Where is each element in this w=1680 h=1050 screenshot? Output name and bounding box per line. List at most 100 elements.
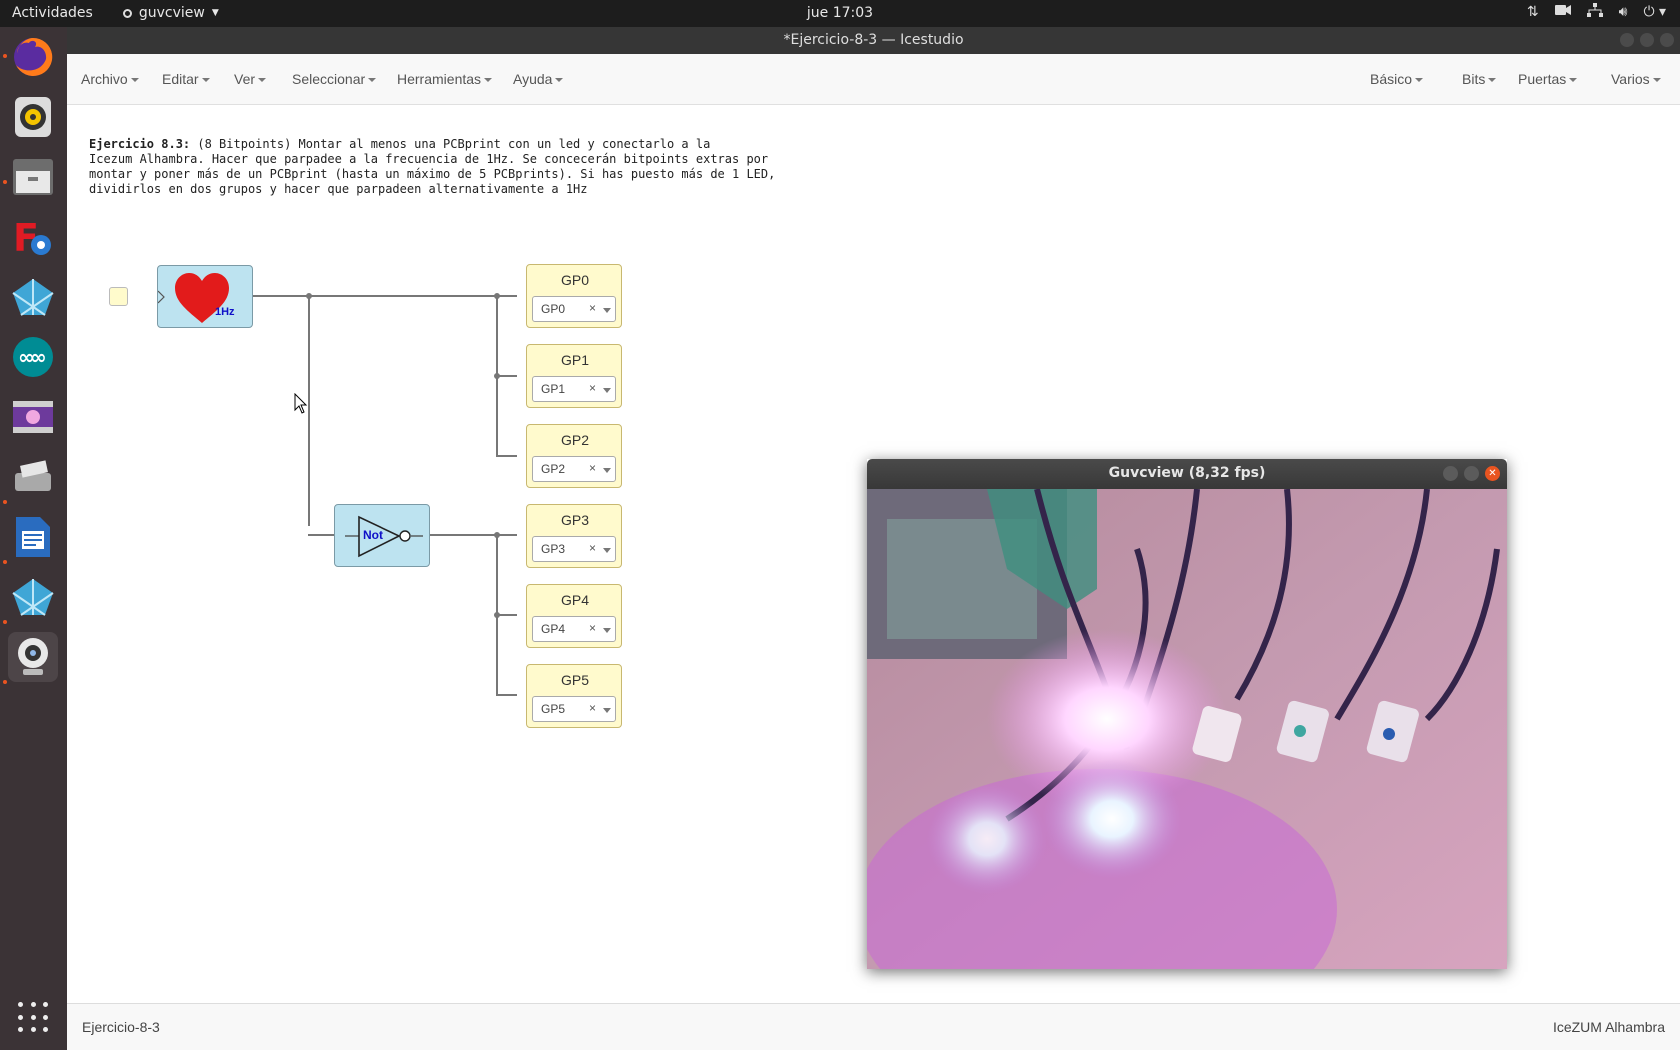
writer-icon[interactable]	[8, 512, 58, 562]
maximize-button[interactable]	[1640, 33, 1654, 47]
running-indicator	[3, 54, 7, 58]
close-button[interactable]: ✕	[1485, 466, 1500, 481]
wire-junction	[494, 373, 500, 379]
output-pin-select[interactable]: GP4 ×	[532, 616, 616, 642]
menu-varios[interactable]: Varios	[1611, 71, 1661, 87]
not-gate-block[interactable]: Not	[334, 504, 430, 567]
output-pin-select[interactable]: GP2 ×	[532, 456, 616, 482]
running-indicator	[3, 560, 7, 564]
rhythmbox-icon[interactable]	[8, 92, 58, 142]
chevron-down-icon[interactable]	[603, 468, 611, 473]
menu-seleccionar[interactable]: Seleccionar	[292, 71, 376, 87]
ubuntu-dock: F ∞ ∞	[0, 27, 67, 1050]
select-value: GP1	[541, 382, 566, 396]
output-label: GP5	[560, 672, 589, 688]
info-block[interactable]: Ejercicio 8.3: (8 Bitpoints) Montar al m…	[89, 137, 849, 197]
minimize-button[interactable]	[1620, 33, 1634, 47]
arduino-icon[interactable]: ∞ ∞	[8, 332, 58, 382]
firefox-icon[interactable]	[8, 32, 58, 82]
running-indicator	[3, 500, 7, 504]
output-block-gp4[interactable]: GP4 GP4 ×	[526, 584, 622, 648]
wire[interactable]	[253, 295, 517, 297]
app-menu-label: guvcview	[138, 5, 205, 21]
apps-grid-icon[interactable]	[18, 1002, 50, 1034]
running-indicator	[3, 680, 7, 684]
mouse-cursor-icon	[294, 393, 308, 414]
svg-text:∞: ∞	[30, 345, 47, 369]
minimize-button[interactable]	[1443, 466, 1458, 481]
app-menu[interactable]: guvcview ▼	[122, 5, 219, 21]
info-title: Ejercicio 8.3:	[89, 137, 191, 151]
activities-button[interactable]: Actividades	[12, 5, 93, 21]
cheese-webcam-icon[interactable]	[8, 632, 58, 682]
output-block-gp1[interactable]: GP1 GP1 ×	[526, 344, 622, 408]
menu-bits[interactable]: Bits	[1462, 71, 1496, 87]
output-block-gp5[interactable]: GP5 GP5 ×	[526, 664, 622, 728]
icestudio-icon[interactable]	[8, 572, 58, 622]
select-value: GP0	[541, 302, 566, 316]
icestudio-icon[interactable]	[8, 272, 58, 322]
menu-basico[interactable]: Básico	[1370, 71, 1423, 87]
guvcview-titlebar[interactable]: Guvcview (8,32 fps) ✕	[867, 459, 1507, 489]
statusbar: Ejercicio-8-3 IceZUM Alhambra	[67, 1003, 1680, 1050]
clear-icon[interactable]: ×	[589, 461, 596, 475]
info-body: (8 Bitpoints) Montar al menos una PCBpri…	[89, 137, 776, 196]
output-block-gp2[interactable]: GP2 GP2 ×	[526, 424, 622, 488]
scanner-icon[interactable]	[8, 452, 58, 502]
chevron-down-icon[interactable]	[603, 628, 611, 633]
power-icon: ⏻ ▾	[1643, 4, 1666, 20]
select-value: GP5	[541, 702, 566, 716]
input-pin[interactable]	[109, 287, 128, 306]
maximize-button[interactable]	[1464, 466, 1479, 481]
output-pin-select[interactable]: GP3 ×	[532, 536, 616, 562]
clear-icon[interactable]: ×	[589, 381, 596, 395]
select-value: GP3	[541, 542, 566, 556]
heartbeat-block[interactable]: 1Hz	[157, 265, 253, 328]
guvcview-title: Guvcview (8,32 fps)	[1108, 465, 1266, 481]
clear-icon[interactable]: ×	[589, 701, 596, 715]
output-label: GP3	[560, 512, 589, 528]
chevron-down-icon[interactable]	[603, 548, 611, 553]
running-indicator	[3, 620, 7, 624]
menu-ayuda[interactable]: Ayuda	[513, 71, 563, 87]
close-button[interactable]	[1660, 33, 1674, 47]
app-indicator-icon	[122, 8, 132, 18]
output-pin-select[interactable]: GP0 ×	[532, 296, 616, 322]
chevron-down-icon[interactable]	[603, 308, 611, 313]
output-pin-select[interactable]: GP1 ×	[532, 376, 616, 402]
wire[interactable]	[308, 295, 310, 526]
menu-puertas[interactable]: Puertas	[1518, 71, 1577, 87]
board-name[interactable]: IceZUM Alhambra	[1553, 1019, 1665, 1035]
heart-icon	[158, 273, 229, 323]
clear-icon[interactable]: ×	[589, 621, 596, 635]
running-indicator	[3, 180, 7, 184]
wire[interactable]	[417, 534, 517, 536]
chevron-down-icon[interactable]	[603, 708, 611, 713]
output-block-gp3[interactable]: GP3 GP3 ×	[526, 504, 622, 568]
menu-herramientas[interactable]: Herramientas	[397, 71, 492, 87]
video-editor-icon[interactable]	[8, 392, 58, 442]
output-pin-select[interactable]: GP5 ×	[532, 696, 616, 722]
chevron-down-icon[interactable]	[603, 388, 611, 393]
clock[interactable]: jue 17:03	[0, 5, 1680, 21]
heartbeat-frequency-label: 1Hz	[215, 306, 235, 318]
menu-archivo[interactable]: Archivo	[81, 71, 139, 87]
window-titlebar[interactable]: *Ejercicio-8-3 — Icestudio	[67, 27, 1680, 54]
system-tray[interactable]: ⇅ 🔊︎ ⏻ ▾	[1527, 3, 1666, 21]
clear-icon[interactable]: ×	[589, 541, 596, 555]
menu-editar[interactable]: Editar	[162, 71, 210, 87]
webcam-video-feed	[867, 489, 1507, 969]
menu-ver[interactable]: Ver	[234, 71, 266, 87]
freecad-icon[interactable]: F	[8, 212, 58, 262]
window-title: *Ejercicio-8-3 — Icestudio	[783, 32, 964, 48]
wire[interactable]	[496, 455, 517, 457]
wire-junction	[494, 293, 500, 299]
output-block-gp0[interactable]: GP0 GP0 ×	[526, 264, 622, 328]
guvcview-window[interactable]: Guvcview (8,32 fps) ✕	[867, 459, 1507, 969]
menubar: Archivo Editar Ver Seleccionar Herramien…	[67, 54, 1680, 105]
wire[interactable]	[496, 694, 517, 696]
wire-junction	[494, 532, 500, 538]
clear-icon[interactable]: ×	[589, 301, 596, 315]
wire[interactable]	[308, 534, 334, 536]
files-icon[interactable]	[8, 152, 58, 202]
